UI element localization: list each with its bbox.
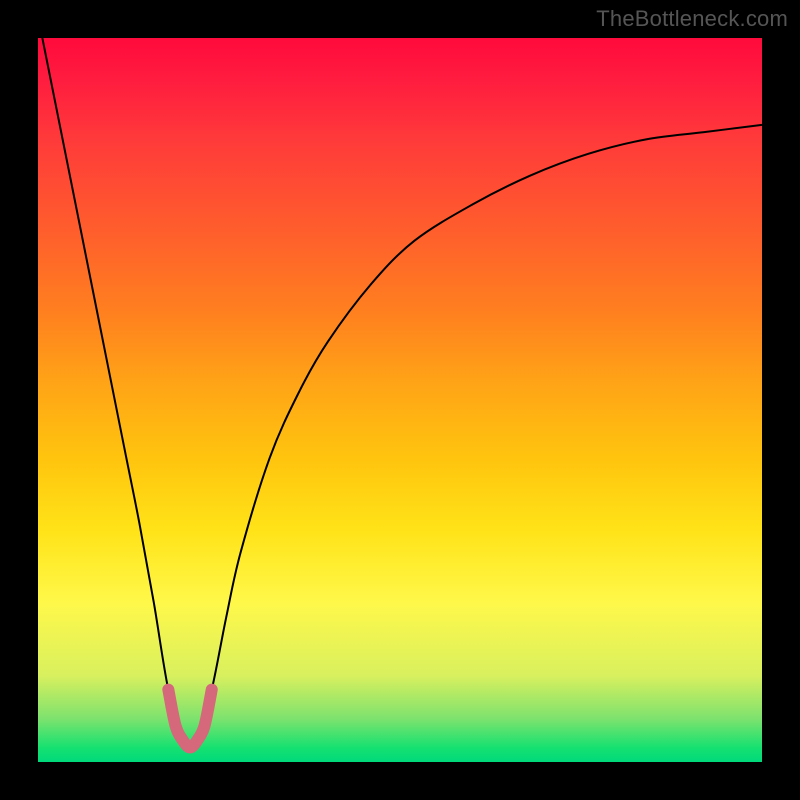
watermark-text: TheBottleneck.com (596, 6, 788, 32)
chart-frame: TheBottleneck.com (0, 0, 800, 800)
bottleneck-curve (38, 38, 762, 748)
u-highlight-marker (168, 690, 211, 748)
chart-svg (38, 38, 762, 762)
plot-area (38, 38, 762, 762)
